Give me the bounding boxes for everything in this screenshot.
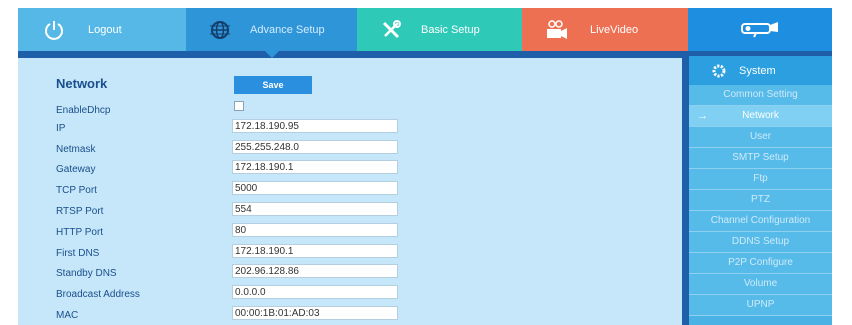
sidebar-item-ddns-setup[interactable]: DDNS Setup	[689, 232, 832, 253]
http-port-label: HTTP Port	[56, 227, 104, 238]
page-title: Network	[56, 76, 108, 91]
mac-input[interactable]	[232, 306, 398, 320]
camera-logo-icon	[738, 18, 782, 41]
power-icon	[34, 8, 74, 51]
standby-dns-label: Standby DNS	[56, 268, 117, 279]
field-row-standby-dns: Standby DNS	[18, 264, 682, 285]
first-dns-label: First DNS	[56, 248, 100, 259]
field-row-netmask: Netmask	[18, 140, 682, 161]
tab-live-video-label: LiveVideo	[590, 23, 639, 36]
field-row-broadcast-address: Broadcast Address	[18, 285, 682, 306]
broadcast-address-label: Broadcast Address	[56, 289, 140, 300]
system-sidebar: System Common Setting → Network User SMT…	[689, 56, 832, 325]
tcp-port-input[interactable]	[232, 181, 398, 195]
arrow-right-icon: →	[697, 110, 708, 122]
save-button[interactable]: Save	[234, 76, 312, 94]
tab-basic-setup-label: Basic Setup	[421, 23, 480, 36]
top-navigation: Logout Advance Setup Basic Setup LiveVid…	[18, 8, 832, 58]
sidebar-item-upnp[interactable]: UPNP	[689, 295, 832, 316]
sidebar-item-ptz[interactable]: PTZ	[689, 190, 832, 211]
netmask-input[interactable]	[232, 140, 398, 154]
tab-logout[interactable]: Logout	[18, 8, 186, 51]
field-row-ip: IP	[18, 119, 682, 140]
ip-input[interactable]	[232, 119, 398, 133]
tab-live-video[interactable]: LiveVideo	[522, 8, 688, 51]
tcp-port-label: TCP Port	[56, 185, 97, 196]
sidebar-item-volume[interactable]: Volume	[689, 274, 832, 295]
network-settings-panel: Network Save EnableDhcp IP Netmask Gatew…	[18, 58, 682, 325]
enable-dhcp-checkbox[interactable]	[234, 101, 244, 111]
netmask-label: Netmask	[56, 144, 96, 155]
sidebar-item-user[interactable]: User	[689, 127, 832, 148]
field-row-tcp-port: TCP Port	[18, 181, 682, 202]
tab-advance-setup[interactable]: Advance Setup	[186, 8, 357, 58]
field-row-rtsp-port: RTSP Port	[18, 202, 682, 223]
sidebar-header-label: System	[739, 64, 776, 77]
field-row-gateway: Gateway	[18, 160, 682, 181]
gear-icon	[711, 63, 727, 79]
sidebar-item-p2p-configure[interactable]: P2P Configure	[689, 253, 832, 274]
globe-icon	[200, 8, 240, 51]
field-row-http-port: HTTP Port	[18, 223, 682, 244]
app-frame: Logout Advance Setup Basic Setup LiveVid…	[18, 8, 832, 325]
gateway-label: Gateway	[56, 164, 96, 175]
tab-logout-label: Logout	[88, 23, 122, 36]
sidebar-item-common-setting[interactable]: Common Setting	[689, 85, 832, 106]
tab-advance-setup-label: Advance Setup	[250, 23, 325, 36]
sidebar-item-network-label: Network	[742, 110, 779, 121]
sidebar-item-smtp-setup[interactable]: SMTP Setup	[689, 148, 832, 169]
active-tab-pointer	[264, 51, 279, 58]
camera-logo	[688, 8, 832, 51]
enable-dhcp-label: EnableDhcp	[56, 105, 111, 116]
ip-label: IP	[56, 123, 66, 134]
field-row-mac: MAC	[18, 306, 682, 325]
sidebar-item-ftp[interactable]: Ftp	[689, 169, 832, 190]
gateway-input[interactable]	[232, 160, 398, 174]
standby-dns-input[interactable]	[232, 264, 398, 278]
video-camera-icon	[536, 8, 576, 51]
first-dns-input[interactable]	[232, 244, 398, 258]
tools-icon	[371, 8, 411, 51]
rtsp-port-input[interactable]	[232, 202, 398, 216]
field-row-first-dns: First DNS	[18, 244, 682, 265]
sidebar-item-network[interactable]: → Network	[689, 106, 832, 127]
tab-basic-setup[interactable]: Basic Setup	[357, 8, 522, 51]
sidebar-header: System	[689, 56, 832, 85]
rtsp-port-label: RTSP Port	[56, 206, 104, 217]
mac-label: MAC	[56, 310, 79, 321]
http-port-input[interactable]	[232, 223, 398, 237]
broadcast-address-input[interactable]	[232, 285, 398, 299]
sidebar-item-channel-configuration[interactable]: Channel Configuration	[689, 211, 832, 232]
